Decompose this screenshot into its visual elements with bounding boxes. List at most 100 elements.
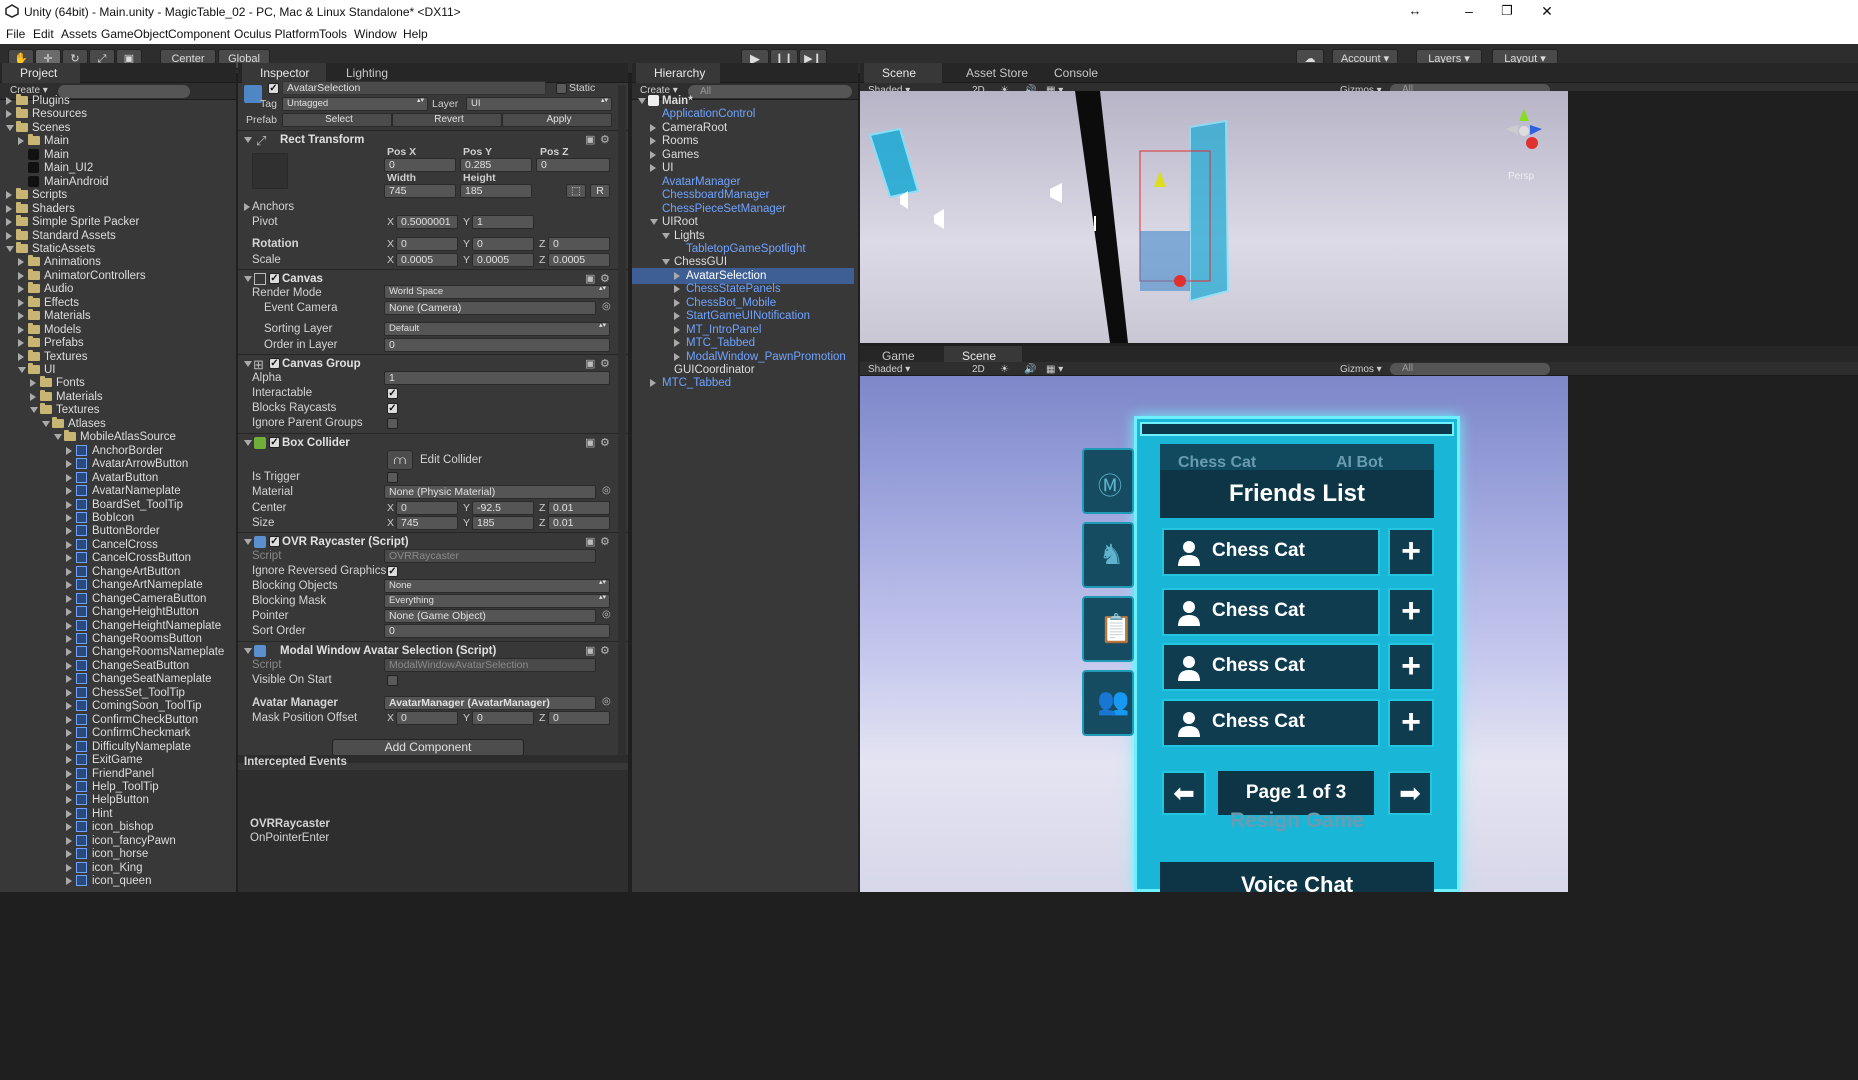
tab-lighting[interactable]: Lighting	[328, 63, 398, 83]
posy-field[interactable]: 0.285	[460, 158, 532, 172]
mask-x-field[interactable]: 0	[396, 711, 458, 725]
hierarchy-item[interactable]: MTC_Tabbed	[632, 375, 854, 391]
expand-right-icon[interactable]	[6, 97, 12, 105]
posz-field[interactable]: 0	[536, 158, 610, 172]
expand-right-icon[interactable]	[66, 621, 72, 630]
expand-right-icon[interactable]	[6, 218, 12, 227]
expand-right-icon[interactable]	[66, 782, 72, 791]
menu-oculus-platform[interactable]: Oculus Platform	[234, 27, 319, 41]
tag-dropdown[interactable]: Untagged	[282, 97, 428, 111]
add-friend-button[interactable]: +	[1388, 588, 1434, 636]
expand-down-icon[interactable]	[42, 420, 50, 427]
menu-component[interactable]: Component	[168, 27, 230, 41]
ignore-reversed-checkbox[interactable]: ✓	[387, 566, 398, 577]
gear-icon[interactable]: ⚙	[600, 436, 610, 449]
expand-right-icon[interactable]	[66, 446, 72, 455]
order-in-layer-field[interactable]: 0	[384, 338, 610, 352]
close-button[interactable]: ✕	[1524, 0, 1570, 24]
expand-right-icon[interactable]	[66, 581, 72, 590]
expand-right-icon[interactable]	[30, 379, 36, 388]
pivot-x-field[interactable]: 0.5000001	[396, 215, 458, 229]
expand-down-icon[interactable]	[6, 245, 14, 252]
expand-right-icon[interactable]	[66, 756, 72, 765]
expand-right-icon[interactable]	[18, 339, 24, 348]
expand-down-icon[interactable]	[662, 232, 670, 239]
expand-right-icon[interactable]	[66, 836, 72, 845]
scale-z-field[interactable]: 0.0005	[548, 253, 610, 267]
center-x-field[interactable]: 0	[396, 501, 458, 515]
friend-row[interactable]: Chess Cat	[1162, 699, 1380, 747]
expand-right-icon[interactable]	[66, 554, 72, 563]
add-friend-button[interactable]: +	[1388, 643, 1434, 691]
resize-icon[interactable]: ↔	[1392, 0, 1438, 24]
help-icon[interactable]: ▣	[585, 436, 595, 449]
expand-right-icon[interactable]	[674, 312, 680, 321]
expand-right-icon[interactable]	[18, 271, 24, 280]
alpha-field[interactable]: 1	[384, 371, 610, 385]
help-icon[interactable]: ▣	[585, 535, 595, 548]
expand-right-icon[interactable]	[66, 688, 72, 697]
gear-icon[interactable]: ⚙	[600, 535, 610, 548]
center-z-field[interactable]: 0.01	[548, 501, 610, 515]
tab-project[interactable]: Project	[2, 63, 80, 83]
gear-icon[interactable]: ⚙	[600, 357, 610, 370]
expand-right-icon[interactable]	[66, 661, 72, 670]
expand-down-icon[interactable]	[54, 434, 62, 441]
rot-z-field[interactable]: 0	[548, 237, 610, 251]
expand-right-icon[interactable]	[674, 298, 680, 307]
tab-hierarchy[interactable]: Hierarchy	[636, 63, 720, 83]
tab-inspector[interactable]: Inspector	[242, 63, 326, 83]
expand-right-icon[interactable]	[6, 191, 12, 200]
expand-right-icon[interactable]	[66, 594, 72, 603]
expand-right-icon[interactable]	[66, 823, 72, 832]
help-icon[interactable]: ▣	[585, 357, 595, 370]
expand-right-icon[interactable]	[674, 285, 680, 294]
visible-on-start-checkbox[interactable]	[387, 675, 398, 686]
menu-gameobject[interactable]: GameObject	[101, 27, 168, 41]
rot-x-field[interactable]: 0	[396, 237, 458, 251]
layer-dropdown[interactable]: UI	[466, 97, 612, 111]
expand-right-icon[interactable]	[66, 796, 72, 805]
expand-right-icon[interactable]	[66, 729, 72, 738]
expand-right-icon[interactable]	[66, 863, 72, 872]
event-camera-field[interactable]: None (Camera)	[384, 301, 596, 315]
friend-row[interactable]: Chess Cat	[1162, 528, 1380, 576]
tab-asset-store[interactable]: Asset Store	[948, 63, 1034, 83]
expand-right-icon[interactable]	[6, 204, 12, 213]
menu-tools[interactable]: Tools	[319, 27, 347, 41]
sidebar-logo-button[interactable]: Ⓜ	[1082, 448, 1134, 514]
expand-right-icon[interactable]	[674, 271, 680, 280]
rect-transform-header[interactable]: ⤢ Rect Transform ▣ ⚙	[238, 130, 628, 150]
width-field[interactable]: 745	[384, 184, 456, 198]
sidebar-chess-button[interactable]: ♞	[1082, 522, 1134, 588]
expand-right-icon[interactable]	[18, 258, 24, 267]
tab-scene[interactable]: Scene	[864, 63, 942, 83]
expand-right-icon[interactable]	[66, 675, 72, 684]
gear-icon[interactable]: ⚙	[600, 133, 610, 146]
expand-right-icon[interactable]	[66, 742, 72, 751]
mask-y-field[interactable]: 0	[472, 711, 534, 725]
inspector-scrollbar[interactable]	[618, 85, 626, 755]
expand-right-icon[interactable]	[18, 312, 24, 321]
active-checkbox[interactable]: ✓	[268, 83, 279, 94]
interactable-checkbox[interactable]: ✓	[387, 388, 398, 399]
object-name-field[interactable]: AvatarSelection	[282, 81, 546, 95]
pointer-field[interactable]: None (Game Object)	[384, 609, 596, 623]
expand-right-icon[interactable]	[66, 513, 72, 522]
expand-right-icon[interactable]	[6, 231, 12, 240]
help-icon[interactable]: ▣	[585, 133, 595, 146]
expand-right-icon[interactable]	[66, 702, 72, 711]
expand-down-icon[interactable]	[638, 98, 646, 104]
raw-edit-button[interactable]: R	[590, 184, 610, 198]
expand-right-icon[interactable]	[18, 137, 24, 146]
expand-right-icon[interactable]	[66, 487, 72, 496]
expand-right-icon[interactable]	[66, 635, 72, 643]
size-y-field[interactable]: 185	[472, 516, 534, 530]
object-picker-icon[interactable]: ◎	[602, 301, 611, 312]
sorting-layer-dropdown[interactable]: Default	[384, 322, 610, 336]
expand-right-icon[interactable]	[650, 379, 656, 388]
game-search-input[interactable]: All	[1390, 363, 1550, 375]
orientation-gizmo[interactable]	[1506, 109, 1542, 149]
friend-row[interactable]: Chess Cat	[1162, 588, 1380, 636]
audio-toggle-icon-2[interactable]: 🔊	[1024, 363, 1036, 377]
